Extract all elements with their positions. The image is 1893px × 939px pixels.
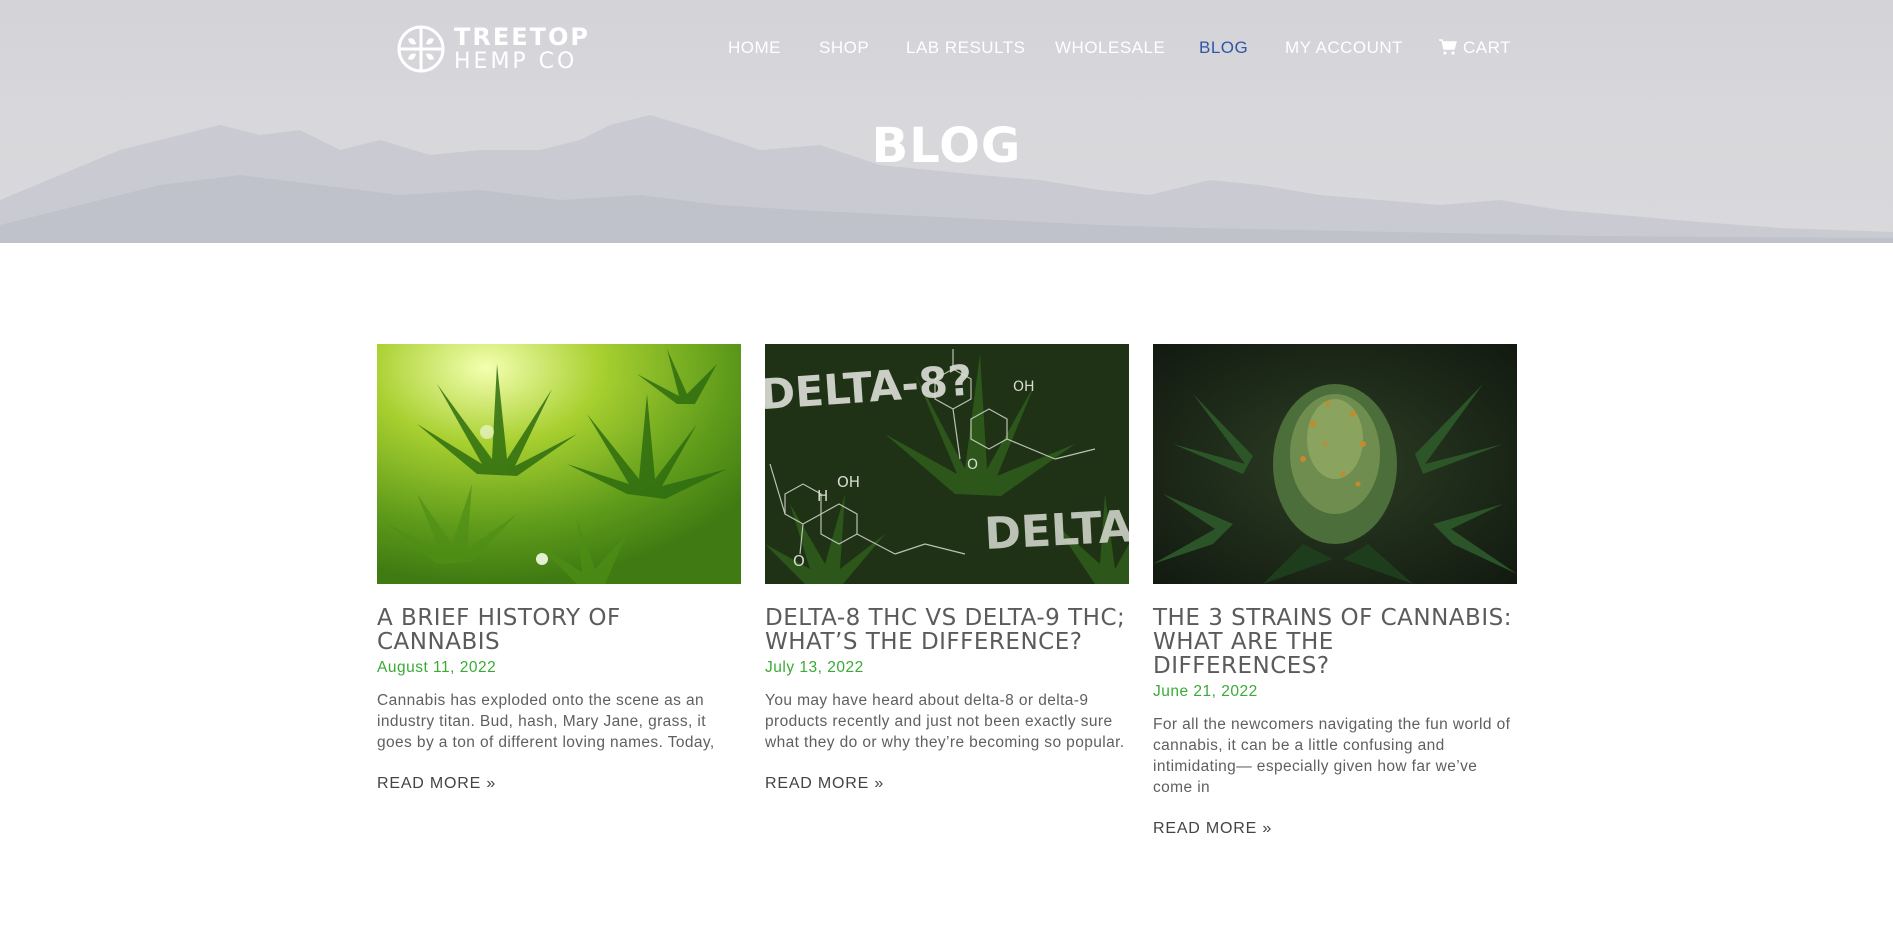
post-image-sunlit-leaves[interactable] bbox=[377, 344, 741, 584]
nav-lab-results[interactable]: LAB RESULTS bbox=[906, 38, 1026, 58]
image-text-oh-1: OH bbox=[1013, 379, 1035, 395]
blog-post-card: THE 3 STRAINS OF CANNABIS: WHAT ARE THE … bbox=[1153, 344, 1517, 838]
image-text-oh-2: OH bbox=[837, 473, 860, 491]
post-date: June 21, 2022 bbox=[1153, 683, 1258, 700]
post-excerpt: You may have heard about delta-8 or delt… bbox=[765, 692, 1125, 751]
read-more-link[interactable]: READ MORE » bbox=[1153, 820, 1517, 838]
cart-icon bbox=[1439, 39, 1457, 55]
image-text-o-2: O bbox=[793, 552, 805, 570]
post-title-link[interactable]: THE 3 STRAINS OF CANNABIS: WHAT ARE THE … bbox=[1153, 606, 1517, 678]
image-text-o-1: O bbox=[967, 457, 978, 473]
post-date: July 13, 2022 bbox=[765, 659, 864, 676]
hero-banner: TREETOP HEMP CO HOME SHOP LAB RESULTS WH… bbox=[0, 0, 1893, 243]
blog-post-card: DELTA-8? DELTA-9? OH OH H O O DELTA-8 TH… bbox=[765, 344, 1129, 793]
post-image-cannabis-bud[interactable] bbox=[1153, 344, 1517, 584]
cart-label: CART bbox=[1463, 38, 1511, 57]
page-title: BLOG bbox=[871, 118, 1022, 174]
nav-blog[interactable]: BLOG bbox=[1199, 38, 1248, 58]
nav-wholesale[interactable]: WHOLESALE bbox=[1055, 38, 1165, 58]
nav-shop[interactable]: SHOP bbox=[819, 38, 869, 58]
post-excerpt: Cannabis has exploded onto the scene as … bbox=[377, 692, 715, 751]
post-image-delta-molecules[interactable]: DELTA-8? DELTA-9? OH OH H O O bbox=[765, 344, 1129, 584]
post-title-link[interactable]: A BRIEF HISTORY OF CANNABIS bbox=[377, 606, 741, 654]
post-excerpt: For all the newcomers navigating the fun… bbox=[1153, 716, 1511, 796]
post-date: August 11, 2022 bbox=[377, 659, 497, 676]
nav-my-account[interactable]: MY ACCOUNT bbox=[1285, 38, 1403, 58]
nav-cart[interactable]: CART bbox=[1439, 38, 1511, 58]
post-title-link[interactable]: DELTA-8 THC VS DELTA-9 THC; WHAT’S THE D… bbox=[765, 606, 1129, 654]
read-more-link[interactable]: READ MORE » bbox=[377, 775, 741, 793]
nav-home[interactable]: HOME bbox=[728, 38, 781, 58]
read-more-link[interactable]: READ MORE » bbox=[765, 775, 1129, 793]
main-navigation: HOME SHOP LAB RESULTS WHOLESALE BLOG MY … bbox=[0, 38, 1893, 62]
blog-post-card: A BRIEF HISTORY OF CANNABIS August 11, 2… bbox=[377, 344, 741, 793]
image-text-h: H bbox=[817, 487, 828, 505]
